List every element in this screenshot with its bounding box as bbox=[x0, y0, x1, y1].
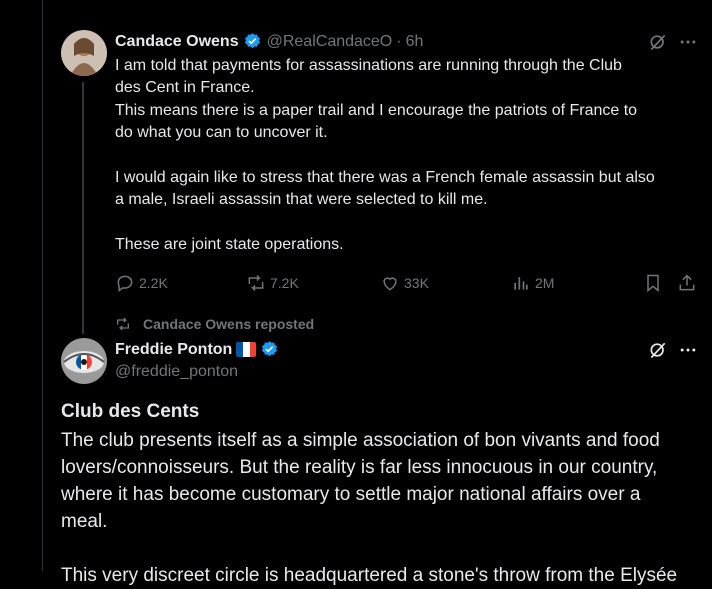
thread-line bbox=[82, 82, 84, 334]
like-button[interactable]: 33K bbox=[380, 270, 429, 296]
article-line: The club presents itself as a simple ass… bbox=[61, 430, 660, 451]
share-icon bbox=[679, 274, 695, 291]
bookmark-icon bbox=[647, 274, 659, 293]
like-icon bbox=[383, 277, 397, 291]
verified-badge-icon bbox=[262, 341, 278, 357]
tweet-line: These are joint state operations. bbox=[115, 236, 344, 254]
author-name[interactable]: Freddie Ponton bbox=[115, 341, 232, 359]
tweet-line: des Cent in France. bbox=[115, 79, 255, 97]
repost-icon bbox=[248, 274, 264, 292]
author-handle[interactable]: @RealCandaceO bbox=[267, 33, 393, 51]
tweet-line: do what you can to uncover it. bbox=[115, 124, 328, 142]
timestamp[interactable]: 6h bbox=[406, 33, 424, 51]
view-count: 2M bbox=[535, 275, 555, 291]
tweet1-text: I am told that payments for assassinatio… bbox=[115, 55, 705, 257]
article-line: meal. bbox=[61, 511, 108, 532]
tweet1-actions: 2.2K 7.2K 33K 2M bbox=[115, 270, 697, 296]
repost-label-row: Candace Owens reposted bbox=[115, 316, 314, 332]
article-line: lovers/connoisseurs. But the reality is … bbox=[61, 457, 658, 478]
tweet1-header: Candace Owens @RealCandaceO · 6h bbox=[115, 32, 423, 51]
reply-icon bbox=[117, 275, 133, 292]
tweet-line: I would again like to stress that there … bbox=[115, 169, 655, 187]
like-count: 33K bbox=[404, 275, 429, 291]
tweet2-top-icons bbox=[648, 340, 698, 360]
article-title: Club des Cents bbox=[61, 401, 200, 422]
more-icon[interactable] bbox=[678, 340, 698, 360]
tweet-line: a male, Israeli assassin that were selec… bbox=[115, 191, 488, 209]
repost-count: 7.2K bbox=[270, 275, 299, 291]
reply-button[interactable]: 2.2K bbox=[115, 270, 168, 296]
tweet-line: This means there is a paper trail and I … bbox=[115, 101, 638, 119]
article-line: where it has become customary to settle … bbox=[61, 484, 641, 505]
avatar-candace[interactable] bbox=[61, 30, 107, 76]
tweet2-header: Freddie Ponton bbox=[115, 340, 279, 359]
views-button[interactable]: 2M bbox=[511, 270, 554, 296]
bookmark-button[interactable] bbox=[643, 270, 663, 296]
avatar-freddie[interactable] bbox=[61, 338, 107, 384]
share-button[interactable] bbox=[677, 270, 697, 296]
separator: · bbox=[396, 32, 402, 50]
column-border bbox=[42, 0, 43, 571]
repost-icon bbox=[117, 317, 129, 331]
author-handle[interactable]: @freddie_ponton bbox=[115, 363, 238, 381]
tweet1-top-icons bbox=[648, 32, 698, 52]
grok-icon[interactable] bbox=[648, 340, 668, 360]
more-icon[interactable] bbox=[678, 32, 698, 52]
views-icon bbox=[514, 277, 528, 290]
article-body: The club presents itself as a simple ass… bbox=[61, 427, 701, 589]
repost-button[interactable]: 7.2K bbox=[246, 270, 299, 296]
author-name[interactable]: Candace Owens bbox=[115, 33, 239, 51]
grok-icon[interactable] bbox=[648, 32, 668, 52]
tweet-line: I am told that payments for assassinatio… bbox=[115, 57, 622, 74]
reply-count: 2.2K bbox=[139, 275, 168, 291]
verified-badge-icon bbox=[244, 33, 260, 49]
france-flag-icon bbox=[236, 342, 257, 357]
repost-label[interactable]: Candace Owens reposted bbox=[143, 316, 314, 332]
article-line: This very discreet circle is headquarter… bbox=[61, 565, 678, 586]
